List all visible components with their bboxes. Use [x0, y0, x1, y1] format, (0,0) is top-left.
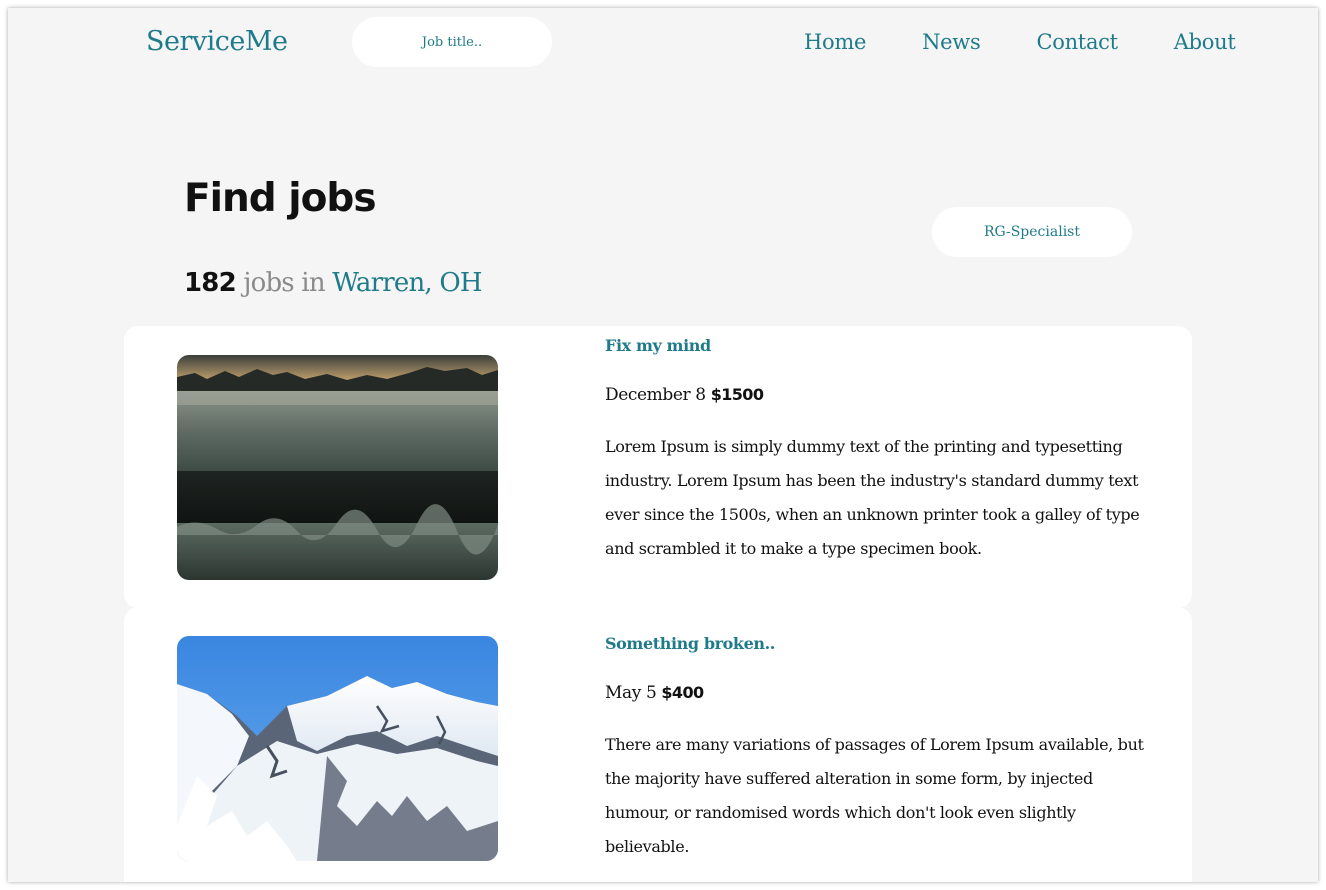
misty-field-photo — [177, 355, 498, 580]
job-title-link[interactable]: Something broken.. — [605, 634, 1165, 653]
job-price: $1500 — [710, 385, 764, 404]
job-date: December 8 — [605, 385, 706, 405]
job-date: May 5 — [605, 683, 657, 703]
job-image-snowy-mountain — [177, 636, 498, 861]
job-description: Lorem Ipsum is simply dummy text of the … — [605, 437, 1140, 558]
nav-home-link[interactable]: Home — [804, 30, 866, 54]
main-nav: Home News Contact About — [804, 30, 1236, 54]
nav-contact-link[interactable]: Contact — [1036, 30, 1118, 54]
nav-about-link[interactable]: About — [1174, 30, 1236, 54]
job-meta: December 8 $1500 — [605, 385, 1165, 405]
job-count: 182 — [184, 268, 237, 298]
page: ServiceMe Home News Contact About Find j… — [8, 8, 1318, 882]
search-box[interactable] — [352, 17, 552, 67]
job-details: Fix my mind December 8 $1500 Lorem Ipsum… — [605, 336, 1165, 566]
category-filter-button[interactable]: RG-Specialist — [932, 207, 1132, 257]
job-title-search-input[interactable] — [365, 33, 539, 51]
job-count-label: jobs in — [243, 268, 325, 298]
job-price: $400 — [661, 683, 704, 702]
brand-logo[interactable]: ServiceMe — [146, 26, 288, 57]
snowy-mountain-photo — [177, 636, 498, 861]
job-title-link[interactable]: Fix my mind — [605, 336, 1165, 355]
job-description: There are many variations of passages of… — [605, 735, 1144, 856]
job-card[interactable]: Something broken.. May 5 $400 There are … — [124, 607, 1192, 882]
job-details: Something broken.. May 5 $400 There are … — [605, 634, 1165, 864]
location-link[interactable]: Warren, OH — [332, 268, 482, 298]
job-card[interactable]: Fix my mind December 8 $1500 Lorem Ipsum… — [124, 326, 1192, 608]
nav-news-link[interactable]: News — [922, 30, 981, 54]
job-image-misty-field — [177, 355, 498, 580]
job-meta: May 5 $400 — [605, 683, 1165, 703]
job-count-summary: 182 jobs in Warren, OH — [184, 268, 483, 298]
page-title: Find jobs — [184, 176, 377, 221]
